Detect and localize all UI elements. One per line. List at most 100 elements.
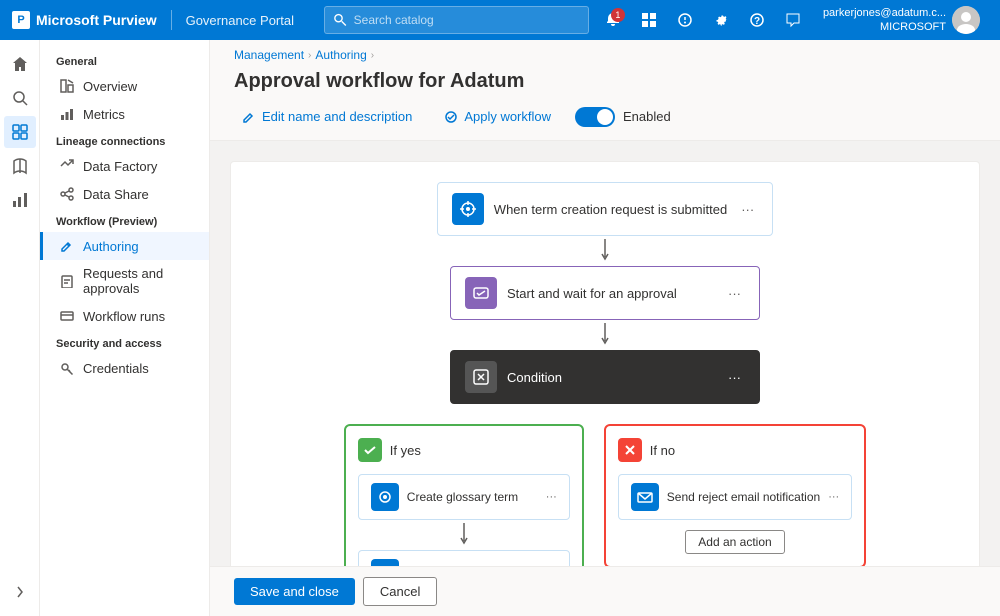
requests-label: Requests and approvals — [83, 266, 193, 296]
branch-no-node-0-more[interactable]: ··· — [828, 491, 839, 503]
sidebar-item-workflow-runs[interactable]: Workflow runs — [40, 302, 209, 330]
branch-yes: If yes Create glossary term ··· — [344, 424, 584, 566]
sidebar-icon-home[interactable] — [4, 48, 36, 80]
sidebar-item-metrics[interactable]: Metrics — [40, 100, 209, 128]
sidebar-icon-governance[interactable] — [4, 116, 36, 148]
user-avatar — [952, 6, 980, 34]
breadcrumb: Management › Authoring › — [210, 40, 1000, 62]
arrow-2 — [599, 320, 611, 350]
security-section-title: Security and access — [40, 330, 209, 354]
trigger-node-label: When term creation request is submitted — [494, 202, 727, 217]
workflow-canvas-container[interactable]: When term creation request is submitted … — [210, 141, 1000, 566]
branch-no-add-action[interactable]: Add an action — [685, 530, 784, 554]
trigger-node[interactable]: When term creation request is submitted … — [437, 182, 773, 236]
page-header: Approval workflow for Adatum — [210, 62, 1000, 105]
branch-yes-node-0-more[interactable]: ··· — [546, 491, 557, 503]
settings-icon[interactable] — [707, 6, 735, 34]
apply-workflow-label: Apply workflow — [464, 109, 551, 124]
portal-name: Governance Portal — [186, 13, 294, 28]
branch-yes-node-1-icon — [371, 559, 399, 566]
sidebar-item-credentials[interactable]: Credentials — [40, 354, 209, 382]
lineage-section-title: Lineage connections — [40, 128, 209, 152]
branch-no-node-0-label: Send reject email notification — [667, 490, 820, 504]
notification-icon[interactable]: 1 — [599, 6, 627, 34]
left-sidebar: General Overview Metrics Lineage connect… — [40, 40, 210, 616]
data-share-label: Data Share — [83, 187, 149, 202]
approval-node[interactable]: Start and wait for an approval ··· — [450, 266, 760, 320]
enabled-toggle-container: Enabled — [575, 107, 671, 127]
requests-icon — [59, 273, 75, 289]
sidebar-icon-search[interactable] — [4, 82, 36, 114]
icon-sidebar — [0, 40, 40, 616]
condition-node[interactable]: Condition ··· — [450, 350, 760, 404]
enabled-toggle[interactable] — [575, 107, 615, 127]
overview-label: Overview — [83, 79, 137, 94]
bottom-bar: Save and close Cancel — [210, 566, 1000, 616]
sidebar-item-requests[interactable]: Requests and approvals — [40, 260, 209, 302]
approval-node-more[interactable]: ··· — [724, 284, 745, 303]
notification-badge: 1 — [611, 8, 625, 22]
branch-yes-node-1[interactable]: Send email notification ··· — [358, 550, 570, 566]
help-icon[interactable]: ? — [743, 6, 771, 34]
sidebar-item-overview[interactable]: Overview — [40, 72, 209, 100]
workflow-canvas: When term creation request is submitted … — [230, 161, 980, 566]
main-layout: General Overview Metrics Lineage connect… — [0, 40, 1000, 616]
edit-name-button[interactable]: Edit name and description — [234, 105, 420, 128]
breadcrumb-authoring[interactable]: Authoring — [315, 48, 366, 62]
page-title: Approval workflow for Adatum — [234, 70, 976, 93]
toolbar: Edit name and description Apply workflow… — [210, 105, 1000, 141]
user-profile[interactable]: parkerjones@adatum.c... MICROSOFT — [815, 6, 988, 35]
bell-icon[interactable] — [671, 6, 699, 34]
condition-node-icon — [465, 361, 497, 393]
toggle-label: Enabled — [623, 109, 671, 124]
arrow-yes-1 — [458, 520, 470, 550]
feedback-icon[interactable] — [779, 6, 807, 34]
data-factory-icon — [59, 158, 75, 174]
branch-no-node-0[interactable]: Send reject email notification ··· — [618, 474, 852, 520]
search-icon — [333, 12, 348, 28]
sidebar-icon-insights[interactable] — [4, 184, 36, 216]
branch-yes-title: If yes — [390, 443, 421, 458]
toggle-thumb — [597, 109, 613, 125]
sidebar-item-data-share[interactable]: Data Share — [40, 180, 209, 208]
general-section-title: General — [40, 48, 209, 72]
sidebar-icon-expand[interactable] — [4, 576, 36, 608]
authoring-label: Authoring — [83, 239, 139, 254]
top-nav: P Microsoft Purview Governance Portal 1 … — [0, 0, 1000, 40]
branch-yes-node-0[interactable]: Create glossary term ··· — [358, 474, 570, 520]
cancel-button[interactable]: Cancel — [363, 577, 437, 606]
condition-node-more[interactable]: ··· — [724, 368, 745, 387]
metrics-label: Metrics — [83, 107, 125, 122]
breadcrumb-management[interactable]: Management — [234, 48, 304, 62]
branch-yes-node-0-label: Create glossary term — [407, 490, 538, 504]
overview-icon — [59, 78, 75, 94]
logo-letter: P — [17, 14, 24, 26]
workflow-runs-icon — [59, 308, 75, 324]
search-bar[interactable] — [324, 6, 589, 34]
apply-workflow-button[interactable]: Apply workflow — [436, 105, 559, 128]
sidebar-item-authoring[interactable]: Authoring — [40, 232, 209, 260]
branch-no-title: If no — [650, 443, 675, 458]
branch-yes-header: If yes — [358, 438, 421, 462]
sidebar-icon-catalog[interactable] — [4, 150, 36, 182]
save-close-button[interactable]: Save and close — [234, 578, 355, 605]
condition-node-label: Condition — [507, 370, 714, 385]
branch-yes-badge — [358, 438, 382, 462]
condition-branches: If yes Create glossary term ··· — [344, 424, 866, 566]
approval-node-label: Start and wait for an approval — [507, 286, 714, 301]
content-area: Management › Authoring › Approval workfl… — [210, 40, 1000, 616]
nav-icons: 1 ? parkerjones@adatum.c... MICROSOFT — [599, 6, 988, 35]
data-factory-label: Data Factory — [83, 159, 157, 174]
sidebar-item-data-factory[interactable]: Data Factory — [40, 152, 209, 180]
apps-icon[interactable] — [635, 6, 663, 34]
branch-no-header: If no — [618, 438, 675, 462]
breadcrumb-sep-2: › — [371, 50, 374, 61]
workflow-section-title: Workflow (Preview) — [40, 208, 209, 232]
authoring-icon — [59, 238, 75, 254]
trigger-node-more[interactable]: ··· — [737, 200, 758, 219]
metrics-icon — [59, 106, 75, 122]
branch-yes-node-0-icon — [371, 483, 399, 511]
search-input[interactable] — [354, 13, 580, 27]
arrow-1 — [599, 236, 611, 266]
workflow-runs-label: Workflow runs — [83, 309, 165, 324]
